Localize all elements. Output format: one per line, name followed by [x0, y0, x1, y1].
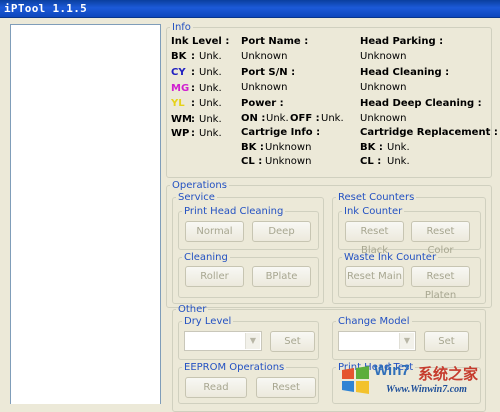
replacement-cl-value: Unk. [387, 156, 410, 167]
ink-value-wm: Unk. [199, 114, 222, 125]
ink-value-mg: Unk. [199, 83, 222, 94]
ink-name-mg: MG [171, 83, 190, 94]
watermark-logo-text: Win7 [374, 362, 410, 379]
ink-separator: : [191, 67, 195, 78]
reset-color-button[interactable]: Reset Color [411, 221, 470, 256]
watermark: Win7 系统之家 Www.Winwin7.com [336, 360, 500, 404]
ink-name-yl: YL [171, 98, 185, 109]
port-sn-label: Port S/N : [241, 67, 296, 78]
head-cleaning-label: Head Cleaning : [360, 67, 450, 78]
ink-name-wm: WM [171, 114, 192, 125]
ink-separator: : [191, 83, 195, 94]
other-legend: Other [178, 304, 207, 315]
window-title: iPTool 1.1.5 [4, 2, 88, 15]
ink-separator: : [191, 128, 195, 139]
ink-separator: : [191, 51, 195, 62]
reset-main-button[interactable]: Reset Main [345, 266, 404, 287]
bplate-cleaning-button[interactable]: BPlate [252, 266, 311, 287]
ink-value-bk: Unk. [199, 51, 222, 62]
windows-flag-icon [342, 366, 369, 394]
eeprom-reset-button[interactable]: Reset [256, 377, 316, 398]
deep-cleaning-button[interactable]: Deep [252, 221, 311, 242]
port-sn-value: Unknown [241, 82, 288, 93]
dry-level-set-button[interactable]: Set [270, 331, 315, 352]
cartridge-cl-label: CL : [241, 156, 263, 167]
cleaning-legend: Cleaning [184, 252, 228, 263]
cartridge-bk-value: Unknown [265, 142, 312, 153]
head-cleaning-value: Unknown [360, 82, 407, 93]
ink-separator: : [191, 114, 195, 125]
power-off-label: OFF : [290, 113, 320, 124]
dry-level-legend: Dry Level [184, 316, 232, 327]
port-name-label: Port Name : [241, 36, 309, 47]
replacement-bk-label: BK : [360, 142, 383, 153]
head-deep-cleaning-label: Head Deep Cleaning : [360, 98, 482, 109]
ink-name-cy: CY [171, 67, 186, 78]
head-deep-cleaning-value: Unknown [360, 113, 407, 124]
chevron-down-icon[interactable]: ▼ [399, 333, 414, 349]
change-model-legend: Change Model [338, 316, 410, 327]
roller-cleaning-button[interactable]: Roller [185, 266, 244, 287]
reset-counters-legend: Reset Counters [338, 192, 415, 203]
normal-cleaning-button[interactable]: Normal [185, 221, 244, 242]
main-window-body: Info Ink Level : Port Name : Unknown Por… [0, 18, 500, 412]
power-on-value: Unk. [266, 113, 289, 124]
power-label: Power : [241, 98, 284, 109]
cartridge-replacement-label: Cartridge Replacement : [360, 127, 498, 138]
watermark-url: Www.Winwin7.com [386, 384, 467, 395]
ink-value-wp: Unk. [199, 128, 222, 139]
ink-name-bk: BK [171, 51, 187, 62]
ink-value-cy: Unk. [199, 67, 222, 78]
waste-ink-counter-legend: Waste Ink Counter [344, 252, 437, 263]
cartridge-info-label: Cartrige Info : [241, 127, 321, 138]
dry-level-select[interactable]: ▼ [184, 331, 262, 351]
title-bar[interactable]: iPTool 1.1.5 [0, 0, 500, 18]
change-model-select[interactable]: ▼ [338, 331, 416, 351]
cartridge-cl-value: Unknown [265, 156, 312, 167]
power-off-value: Unk. [321, 113, 344, 124]
change-model-set-button[interactable]: Set [424, 331, 469, 352]
ink-counter-legend: Ink Counter [344, 206, 403, 217]
info-legend: Info [172, 22, 191, 33]
ink-name-wp: WP [171, 128, 190, 139]
eeprom-operations-legend: EEPROM Operations [184, 362, 285, 373]
device-list[interactable] [10, 24, 161, 404]
ink-value-yl: Unk. [199, 98, 222, 109]
reset-platen-button[interactable]: Reset Platen [411, 266, 470, 301]
operations-legend: Operations [172, 180, 227, 191]
cartridge-bk-label: BK : [241, 142, 264, 153]
eeprom-read-button[interactable]: Read [185, 377, 247, 398]
port-name-value: Unknown [241, 51, 288, 62]
head-parking-label: Head Parking : [360, 36, 444, 47]
ink-separator: : [191, 98, 195, 109]
service-legend: Service [178, 192, 215, 203]
replacement-bk-value: Unk. [387, 142, 410, 153]
print-head-cleaning-legend: Print Head Cleaning [184, 206, 284, 217]
ink-level-label: Ink Level : [171, 36, 230, 47]
chevron-down-icon[interactable]: ▼ [245, 333, 260, 349]
watermark-logo-cn: 系统之家 [418, 365, 479, 383]
replacement-cl-label: CL : [360, 156, 382, 167]
power-on-label: ON : [241, 113, 266, 124]
reset-black-button[interactable]: Reset Black [345, 221, 404, 256]
head-parking-value: Unknown [360, 51, 407, 62]
